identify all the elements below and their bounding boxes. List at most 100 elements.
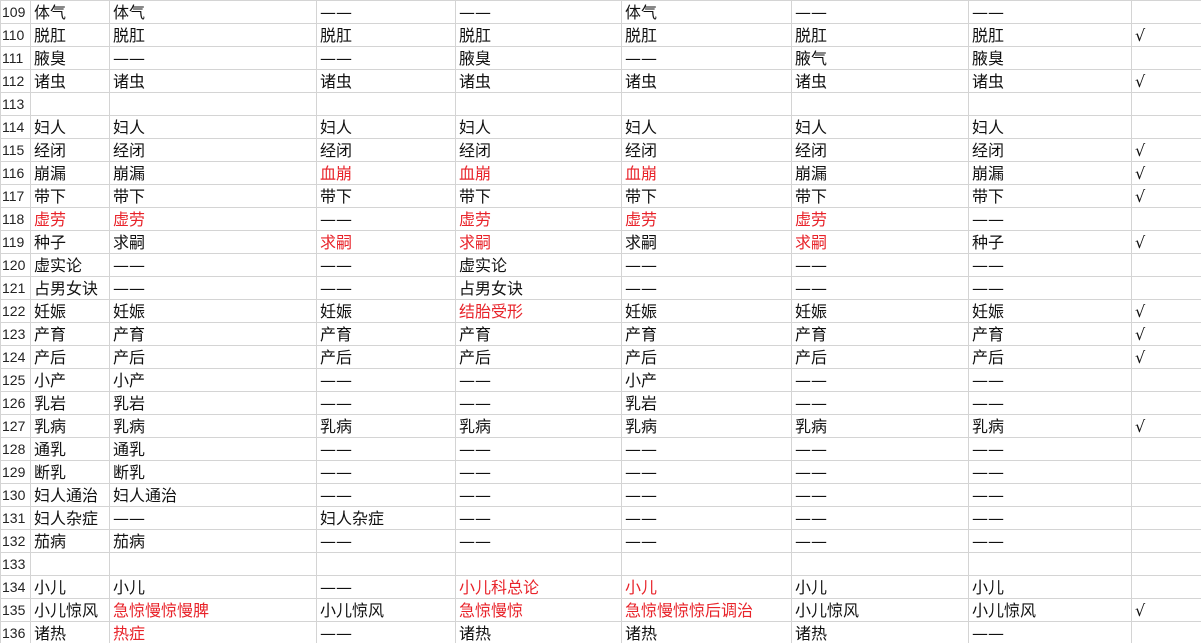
grid-cell[interactable]: 带下 [791, 184, 969, 208]
table-row[interactable]: 129 断乳 断乳 —— —— —— —— —— [0, 460, 1201, 484]
grid-cell[interactable]: 产后 [109, 345, 317, 369]
grid-cell[interactable]: —— [791, 391, 969, 415]
row-number[interactable]: 121 [0, 276, 31, 300]
grid-cell[interactable]: 诸虫 [968, 69, 1132, 93]
grid-cell[interactable]: 妇人 [30, 115, 110, 139]
grid-cell[interactable]: 乳岩 [621, 391, 792, 415]
grid-cell[interactable]: —— [791, 506, 969, 530]
grid-cell[interactable]: 种子 [30, 230, 110, 254]
grid-cell[interactable]: 断乳 [109, 460, 317, 484]
grid-cell[interactable]: 经闭 [455, 138, 622, 162]
grid-cell[interactable]: 急惊慢惊惊后调治 [621, 598, 792, 622]
grid-cell[interactable]: 虚劳 [455, 207, 622, 231]
grid-cell[interactable]: 通乳 [30, 437, 110, 461]
grid-cell[interactable]: 妊娠 [968, 299, 1132, 323]
grid-cell[interactable]: —— [968, 0, 1132, 24]
row-number[interactable]: 128 [0, 437, 31, 461]
check-cell[interactable] [1131, 483, 1201, 507]
grid-cell[interactable]: 乳病 [30, 414, 110, 438]
row-number[interactable]: 124 [0, 345, 31, 369]
grid-cell[interactable]: —— [316, 460, 456, 484]
grid-cell[interactable]: 腋臭 [968, 46, 1132, 70]
table-row[interactable]: 125 小产 小产 —— —— 小产 —— —— [0, 368, 1201, 392]
grid-cell[interactable] [30, 552, 110, 576]
check-cell[interactable]: √ [1131, 598, 1201, 622]
grid-cell[interactable]: —— [316, 46, 456, 70]
grid-cell[interactable]: 经闭 [968, 138, 1132, 162]
grid-cell[interactable]: 乳病 [968, 414, 1132, 438]
grid-cell[interactable]: 小儿 [621, 575, 792, 599]
grid-cell[interactable]: 乳病 [455, 414, 622, 438]
grid-cell[interactable]: 妇人 [621, 115, 792, 139]
table-row[interactable]: 126 乳岩 乳岩 —— —— 乳岩 —— —— [0, 391, 1201, 415]
grid-cell[interactable]: 小儿惊风 [791, 598, 969, 622]
grid-cell[interactable]: —— [791, 529, 969, 553]
table-row[interactable]: 113 [0, 92, 1201, 116]
row-number[interactable]: 133 [0, 552, 31, 576]
grid-cell[interactable] [791, 552, 969, 576]
grid-cell[interactable]: —— [968, 207, 1132, 231]
check-cell[interactable]: √ [1131, 345, 1201, 369]
row-number[interactable]: 111 [0, 46, 31, 70]
grid-cell[interactable]: 妊娠 [109, 299, 317, 323]
grid-cell[interactable]: 产育 [30, 322, 110, 346]
grid-cell[interactable]: 脱肛 [30, 23, 110, 47]
grid-cell[interactable]: 产后 [455, 345, 622, 369]
grid-cell[interactable]: 脱肛 [316, 23, 456, 47]
check-cell[interactable] [1131, 437, 1201, 461]
check-cell[interactable]: √ [1131, 161, 1201, 185]
row-number[interactable]: 136 [0, 621, 31, 643]
grid-cell[interactable] [316, 92, 456, 116]
grid-cell[interactable]: 妇人 [968, 115, 1132, 139]
grid-cell[interactable]: 腋臭 [30, 46, 110, 70]
table-row[interactable]: 114 妇人 妇人 妇人 妇人 妇人 妇人 妇人 [0, 115, 1201, 139]
grid-cell[interactable] [30, 92, 110, 116]
grid-cell[interactable]: 血崩 [316, 161, 456, 185]
table-row[interactable]: 122 妊娠 妊娠 妊娠 结胎受形 妊娠 妊娠 妊娠 √ [0, 299, 1201, 323]
grid-cell[interactable] [621, 552, 792, 576]
grid-cell[interactable]: 小儿惊风 [316, 598, 456, 622]
table-row[interactable]: 135 小儿惊风 急惊慢惊慢脾 小儿惊风 急惊慢惊 急惊慢惊惊后调治 小儿惊风 小儿惊风 √ [0, 598, 1201, 622]
grid-cell[interactable]: 带下 [621, 184, 792, 208]
table-row[interactable]: 131 妇人杂症 —— 妇人杂症 —— —— —— —— [0, 506, 1201, 530]
grid-cell[interactable]: 经闭 [791, 138, 969, 162]
grid-cell[interactable]: 妇人 [791, 115, 969, 139]
grid-cell[interactable]: 诸虫 [791, 69, 969, 93]
grid-cell[interactable]: 产育 [109, 322, 317, 346]
row-number[interactable]: 127 [0, 414, 31, 438]
grid-cell[interactable]: —— [455, 460, 622, 484]
grid-cell[interactable]: 诸虫 [30, 69, 110, 93]
grid-cell[interactable]: —— [621, 46, 792, 70]
row-number[interactable]: 116 [0, 161, 31, 185]
grid-cell[interactable]: 产后 [30, 345, 110, 369]
check-cell[interactable]: √ [1131, 414, 1201, 438]
row-number[interactable]: 122 [0, 299, 31, 323]
grid-cell[interactable]: 求嗣 [316, 230, 456, 254]
grid-cell[interactable]: —— [316, 391, 456, 415]
grid-cell[interactable]: 体气 [30, 0, 110, 24]
check-cell[interactable]: √ [1131, 138, 1201, 162]
grid-cell[interactable]: 带下 [968, 184, 1132, 208]
grid-cell[interactable]: 产后 [968, 345, 1132, 369]
grid-cell[interactable] [968, 552, 1132, 576]
grid-cell[interactable]: —— [968, 483, 1132, 507]
check-cell[interactable] [1131, 529, 1201, 553]
grid-cell[interactable]: —— [968, 253, 1132, 277]
grid-cell[interactable]: 占男女诀 [30, 276, 110, 300]
grid-cell[interactable]: —— [968, 460, 1132, 484]
grid-cell[interactable]: 诸虫 [621, 69, 792, 93]
grid-cell[interactable]: 求嗣 [621, 230, 792, 254]
grid-cell[interactable]: 产育 [316, 322, 456, 346]
grid-cell[interactable]: 小产 [621, 368, 792, 392]
table-row[interactable]: 124 产后 产后 产后 产后 产后 产后 产后 √ [0, 345, 1201, 369]
grid-cell[interactable]: 小儿 [791, 575, 969, 599]
grid-cell[interactable]: 乳岩 [30, 391, 110, 415]
grid-cell[interactable]: 脱肛 [455, 23, 622, 47]
row-number[interactable]: 113 [0, 92, 31, 116]
grid-cell[interactable]: 虚劳 [30, 207, 110, 231]
grid-cell[interactable]: 诸虫 [109, 69, 317, 93]
grid-cell[interactable]: 体气 [621, 0, 792, 24]
grid-cell[interactable]: 腋气 [791, 46, 969, 70]
grid-cell[interactable]: 诸热 [30, 621, 110, 643]
grid-cell[interactable]: —— [455, 483, 622, 507]
